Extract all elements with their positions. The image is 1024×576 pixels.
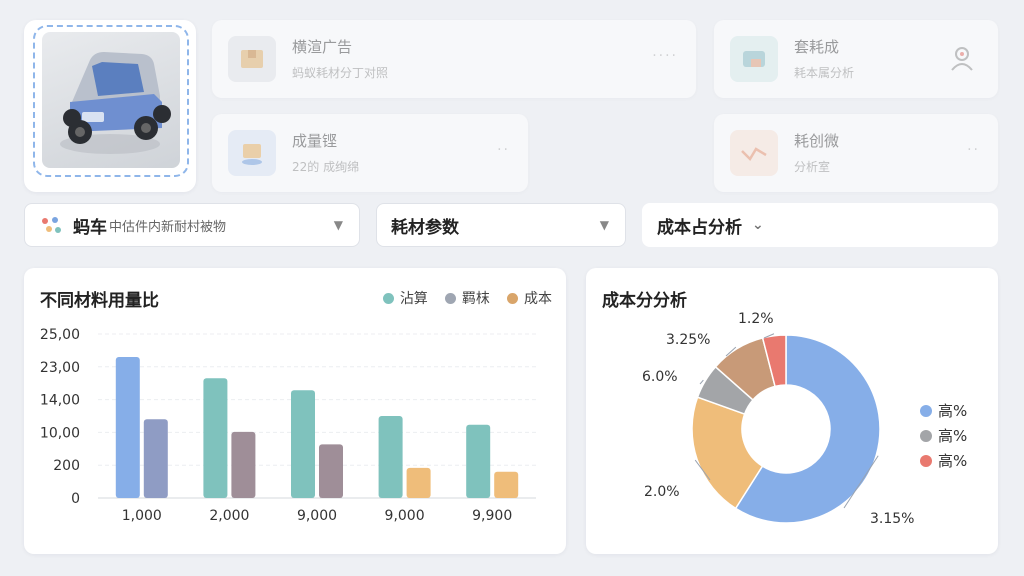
params-label: 耗材参数 bbox=[391, 217, 459, 238]
slice-label: 2.0% bbox=[644, 484, 680, 500]
leader-line bbox=[699, 379, 704, 385]
donut-chart-plot: 3.15% 2.0% 6.0% 3.25% 1.2% 高% 高% 高% bbox=[642, 311, 967, 527]
bar[interactable] bbox=[494, 471, 519, 498]
x-tick-label: 1,000 bbox=[122, 508, 162, 524]
bar[interactable] bbox=[115, 356, 140, 498]
info-card-subtitle: 耗本属分析 bbox=[794, 66, 855, 80]
info-card-title: 耗创微 bbox=[794, 132, 840, 150]
y-tick-label: 0 bbox=[71, 491, 80, 507]
info-card-subtitle: 分析室 bbox=[794, 160, 831, 174]
vehicle-image-tile[interactable] bbox=[24, 20, 196, 192]
info-card-micro[interactable]: 耗创微 分析室 ·· bbox=[714, 114, 998, 192]
x-tick-label: 2,000 bbox=[209, 508, 249, 524]
info-card-volume[interactable]: 成量铿 22的 成绚绵 ·· bbox=[212, 114, 528, 192]
more-icon[interactable]: ·· bbox=[497, 142, 510, 158]
info-card-title: 成量铿 bbox=[292, 132, 338, 150]
legend-dot bbox=[920, 405, 932, 417]
chevron-down-icon: ▼ bbox=[333, 218, 343, 232]
bar[interactable] bbox=[143, 419, 168, 498]
y-tick-label: 14,00 bbox=[40, 393, 80, 409]
x-tick-label: 9,000 bbox=[385, 508, 425, 524]
cost-analysis-dropdown[interactable]: 成本占分析 ⌄ bbox=[642, 203, 998, 247]
more-icon[interactable]: ·· bbox=[967, 142, 980, 158]
slice-label: 3.15% bbox=[870, 511, 914, 527]
x-tick-label: 9,900 bbox=[472, 508, 512, 524]
legend-label[interactable]: 高% bbox=[938, 402, 967, 420]
info-card-ad[interactable]: 横渲广告 蚂蚁耗材分丁对照 ···· bbox=[212, 20, 696, 98]
colorful-logo-icon bbox=[39, 215, 63, 235]
bar[interactable] bbox=[378, 416, 403, 498]
user-icon[interactable] bbox=[950, 46, 974, 76]
brand-label: 蚂车 bbox=[73, 217, 107, 238]
box-icon bbox=[228, 130, 276, 176]
info-card-title: 套耗成 bbox=[794, 38, 840, 56]
toy-car-icon bbox=[60, 52, 171, 154]
slice-label: 3.25% bbox=[666, 332, 710, 348]
cost-label: 成本占分析 bbox=[657, 217, 742, 238]
bar[interactable] bbox=[291, 390, 315, 498]
chevron-down-icon: ▼ bbox=[599, 218, 609, 232]
trend-icon bbox=[730, 130, 778, 176]
info-card-subtitle: 蚂蚁耗材分丁对照 bbox=[292, 66, 389, 80]
donut-chart-card: 成本分分析 3.15% 2.0% 6.0% 3.25% 1.2% 高% 高% 高% bbox=[586, 268, 998, 554]
bar[interactable] bbox=[231, 431, 256, 498]
info-card-subtitle: 22的 成绚绵 bbox=[292, 160, 360, 174]
folder-icon bbox=[730, 36, 778, 82]
brand-sublabel: 中估件内新耐村被物 bbox=[109, 219, 227, 235]
package-icon bbox=[228, 36, 276, 82]
slice-label: 6.0% bbox=[642, 369, 678, 385]
bar[interactable] bbox=[319, 444, 343, 498]
bar-chart-plot: 25,00 23,00 14,00 10,00 200 0 1,000 2,000 9,000 9… bbox=[40, 327, 536, 524]
legend-label[interactable]: 高% bbox=[938, 427, 967, 445]
y-tick-label: 200 bbox=[53, 458, 80, 474]
params-dropdown[interactable]: 耗材参数 ▼ bbox=[376, 203, 626, 247]
y-tick-label: 25,00 bbox=[40, 327, 80, 343]
legend-dot bbox=[920, 430, 932, 442]
info-card-title: 横渲广告 bbox=[292, 38, 353, 56]
more-icon[interactable]: ···· bbox=[652, 48, 678, 64]
vehicle-photo bbox=[42, 32, 180, 168]
bar[interactable] bbox=[406, 467, 431, 498]
bar[interactable] bbox=[203, 378, 228, 498]
bar-chart-card: 不同材料用量比 沾算 羁枺 成本 25,00 23,00 14,00 10,00 200… bbox=[24, 268, 566, 554]
slice-label: 1.2% bbox=[738, 311, 774, 327]
y-tick-label: 23,00 bbox=[40, 360, 80, 376]
legend-dot bbox=[920, 455, 932, 467]
bar[interactable] bbox=[466, 424, 491, 498]
brand-dropdown[interactable]: 蚂车 中估件内新耐村被物 ▼ bbox=[24, 203, 360, 247]
y-tick-label: 10,00 bbox=[40, 425, 80, 441]
chevron-down-icon: ⌄ bbox=[752, 217, 764, 233]
x-tick-label: 9,000 bbox=[297, 508, 337, 524]
legend-label[interactable]: 高% bbox=[938, 452, 967, 470]
info-card-cost[interactable]: 套耗成 耗本属分析 bbox=[714, 20, 998, 98]
